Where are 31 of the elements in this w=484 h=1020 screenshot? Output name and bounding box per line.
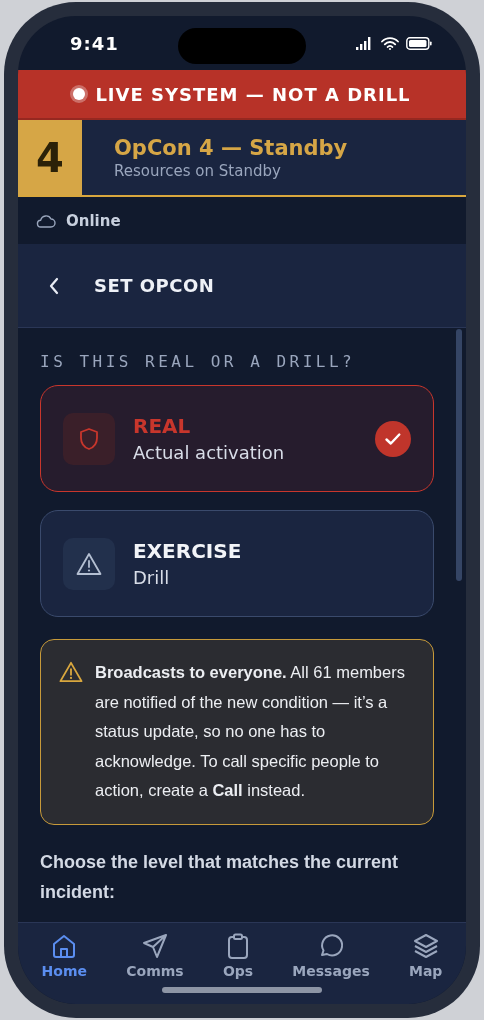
send-icon [141, 933, 168, 959]
layers-icon [412, 933, 439, 959]
wifi-icon [381, 36, 399, 50]
battery-icon [406, 36, 432, 50]
cloud-icon [36, 213, 56, 228]
notice-text: Broadcasts to everyone. All 61 members are notified of the new condition — it’s a status update, so no one has to acknowledge. To call specific people to action, create a Call instead. [95, 662, 406, 801]
warning-icon [76, 551, 102, 576]
home-icon [51, 933, 78, 959]
option-card[interactable]: REAL Actual activation [40, 385, 434, 492]
status-time: 9:41 [70, 32, 119, 54]
live-dot-icon [73, 88, 86, 100]
chevron-left-icon [48, 276, 60, 295]
screen-title: SET OPCON [94, 275, 215, 296]
tab-item[interactable]: Comms [122, 931, 188, 981]
clipboard-icon [225, 933, 251, 959]
check-icon [375, 420, 411, 457]
tab-item[interactable]: Home [37, 931, 92, 981]
connection-status: Online [66, 211, 121, 230]
option-card[interactable]: EXERCISE Drill [40, 510, 434, 617]
section-label: IS THIS REAL OR A DRILL? [40, 352, 357, 371]
banner-text: LIVE SYSTEM — NOT A DRILL [95, 83, 411, 105]
chat-bubble-icon [318, 933, 345, 959]
opcon-subtitle: Resources on Standby [114, 161, 282, 180]
opcon-level: 4 [18, 120, 82, 195]
shield-icon [78, 426, 100, 451]
tab-item[interactable]: Map [404, 931, 447, 981]
prompt-text: Choose the level that matches the current incident: [40, 850, 400, 904]
tab-item[interactable]: Ops [218, 931, 258, 981]
opcon-title: OpCon 4 — Standby [114, 135, 348, 160]
warning-icon [59, 661, 83, 683]
tab-item[interactable]: Messages [288, 931, 374, 981]
